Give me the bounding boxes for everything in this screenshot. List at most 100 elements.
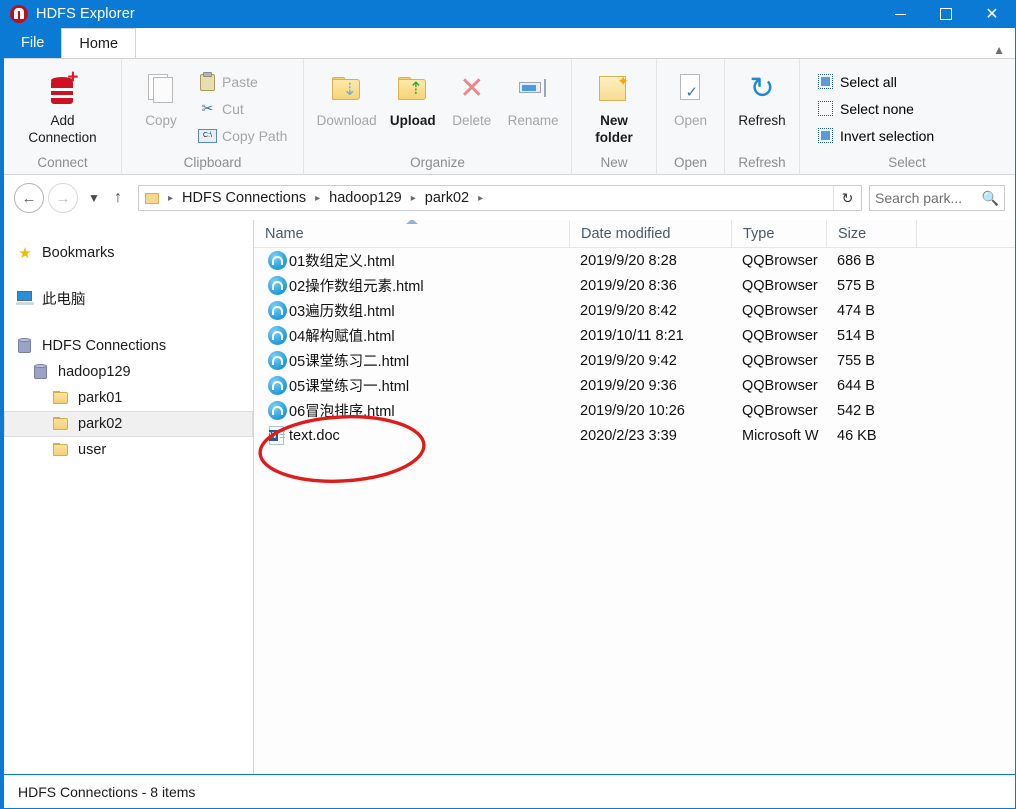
- add-connection-label-1: Add: [50, 113, 75, 128]
- file-type: QQBrowser: [742, 377, 818, 394]
- column-header-type[interactable]: Type: [731, 220, 826, 248]
- ribbon: + Add Connection Connect Copy Paste ✂ Cu…: [4, 58, 1015, 175]
- file-type: QQBrowser: [742, 352, 818, 369]
- qq-browser-icon: [265, 251, 289, 270]
- rename-button[interactable]: Rename: [501, 65, 565, 128]
- column-header-size[interactable]: Size: [826, 220, 916, 248]
- table-row[interactable]: 01数组定义.html 2019/9/20 8:28 QQBrowser 686…: [254, 248, 1015, 273]
- table-row[interactable]: W text.doc 2020/2/23 3:39 Microsoft W 46…: [254, 423, 1015, 448]
- file-type: QQBrowser: [742, 277, 818, 294]
- sidebar-item-bookmarks[interactable]: ★ Bookmarks: [4, 240, 253, 266]
- select-none-button[interactable]: Select none: [812, 95, 938, 122]
- maximize-button[interactable]: [923, 0, 969, 28]
- refresh-button[interactable]: ↻ Refresh: [731, 65, 793, 129]
- new-folder-label-1: New: [600, 113, 628, 128]
- file-type: QQBrowser: [742, 252, 818, 269]
- add-connection-button[interactable]: + Add Connection: [10, 65, 115, 145]
- table-row[interactable]: 03遍历数组.html 2019/9/20 8:42 QQBrowser 474…: [254, 298, 1015, 323]
- database-add-icon: +: [48, 67, 79, 111]
- invert-selection-button[interactable]: Invert selection: [812, 122, 938, 149]
- file-size: 755 B: [837, 352, 875, 369]
- table-row[interactable]: 05课堂练习一.html 2019/9/20 9:36 QQBrowser 64…: [254, 373, 1015, 398]
- breadcrumb-item-1[interactable]: hadoop129: [325, 190, 406, 206]
- arrow-right-icon: →: [55, 189, 71, 207]
- copy-label: Copy: [145, 113, 177, 128]
- qq-browser-icon: [265, 376, 289, 395]
- paste-label: Paste: [222, 73, 258, 90]
- close-icon: ✕: [985, 4, 999, 23]
- select-all-button[interactable]: Select all: [812, 68, 938, 95]
- status-text: HDFS Connections - 8 items: [18, 783, 196, 800]
- table-row[interactable]: 02操作数组元素.html 2019/9/20 8:36 QQBrowser 5…: [254, 273, 1015, 298]
- copy-path-button[interactable]: C:\ Copy Path: [194, 122, 291, 149]
- sidebar-item-park02[interactable]: park02: [4, 411, 253, 437]
- table-row[interactable]: 04解构赋值.html 2019/10/11 8:21 QQBrowser 51…: [254, 323, 1015, 348]
- breadcrumb[interactable]: ▸ HDFS Connections ▸ hadoop129 ▸ park02 …: [138, 185, 862, 211]
- upload-button[interactable]: ⇡ Upload: [383, 65, 442, 128]
- folder-icon: [50, 443, 72, 457]
- back-button[interactable]: ←: [14, 183, 44, 213]
- folder-download-icon: ⇣: [331, 67, 362, 111]
- cut-button[interactable]: ✂ Cut: [194, 95, 291, 122]
- invert-selection-icon: [816, 126, 835, 145]
- breadcrumb-item-0[interactable]: HDFS Connections: [178, 190, 310, 206]
- file-date: 2019/9/20 10:26: [580, 402, 685, 419]
- arrow-left-icon: ←: [21, 189, 37, 207]
- navigation-pane: ★ Bookmarks 此电脑 HDFS Connections hadoop1…: [4, 220, 254, 774]
- tab-home[interactable]: Home: [61, 28, 137, 58]
- file-name: 03遍历数组.html: [289, 304, 395, 320]
- copy-button[interactable]: Copy: [128, 65, 194, 128]
- file-size: 514 B: [837, 327, 875, 344]
- breadcrumb-item-2[interactable]: park02: [421, 190, 473, 206]
- new-folder-button[interactable]: ✦ New folder: [583, 65, 645, 145]
- ribbon-group-label-connect: Connect: [37, 155, 88, 170]
- ribbon-group-label-open: Open: [673, 155, 708, 170]
- ribbon-group-label-organize: Organize: [410, 155, 465, 170]
- select-none-icon: [816, 99, 835, 118]
- sidebar-item-this-pc[interactable]: 此电脑: [4, 285, 253, 311]
- ribbon-group-label-refresh: Refresh: [738, 155, 786, 170]
- rename-field-icon: [518, 67, 548, 111]
- sidebar-item-hadoop129[interactable]: hadoop129: [4, 359, 253, 385]
- sidebar-item-user[interactable]: user: [4, 437, 253, 463]
- ribbon-group-refresh: ↻ Refresh Refresh: [724, 59, 799, 175]
- column-header-filler[interactable]: [916, 220, 1015, 248]
- delete-label: Delete: [452, 113, 492, 128]
- magnifier-icon[interactable]: 🔍: [982, 190, 999, 207]
- tab-file[interactable]: File: [4, 28, 62, 58]
- column-header-date-modified[interactable]: Date modified: [569, 220, 731, 248]
- hdfs-explorer-window: HDFS Explorer ✕ File Home ▲ + Add Connec…: [0, 0, 1016, 809]
- search-box[interactable]: Search park... 🔍: [869, 185, 1005, 211]
- qq-browser-icon: [265, 401, 289, 420]
- open-button[interactable]: ✓ Open: [663, 65, 718, 128]
- qq-browser-icon: [265, 301, 289, 320]
- refresh-icon: ↻: [841, 189, 854, 206]
- delete-button[interactable]: ✕ Delete: [442, 65, 501, 129]
- download-button[interactable]: ⇣ Download: [310, 65, 383, 128]
- ribbon-group-open: ✓ Open Open: [656, 59, 724, 175]
- close-button[interactable]: ✕: [969, 0, 1015, 28]
- column-header-name[interactable]: Name: [254, 220, 569, 248]
- recent-locations-button[interactable]: ▼: [82, 184, 106, 212]
- ribbon-group-connect: + Add Connection Connect: [4, 59, 121, 175]
- file-name: text.doc: [289, 427, 340, 444]
- folder-icon: [145, 192, 160, 205]
- qq-browser-icon: [265, 276, 289, 295]
- sidebar-item-hdfs-connections[interactable]: HDFS Connections: [4, 333, 253, 359]
- forward-button[interactable]: →: [48, 183, 78, 213]
- table-row[interactable]: 06冒泡排序.html 2019/9/20 10:26 QQBrowser 54…: [254, 398, 1015, 423]
- file-name: 04解构赋值.html: [289, 329, 395, 345]
- table-row[interactable]: 05课堂练习二.html 2019/9/20 9:42 QQBrowser 75…: [254, 348, 1015, 373]
- folder-icon: [50, 417, 72, 431]
- column-header-name-label: Name: [265, 225, 304, 242]
- command-prompt-icon: C:\: [198, 126, 217, 145]
- address-refresh-button[interactable]: ↻: [833, 186, 861, 210]
- paste-button[interactable]: Paste: [194, 68, 291, 95]
- file-date: 2019/9/20 8:42: [580, 302, 677, 319]
- ribbon-tabstrip: File Home ▲: [4, 28, 1015, 58]
- up-button[interactable]: ↑: [106, 184, 130, 212]
- chevron-up-icon[interactable]: ▲: [993, 44, 1005, 56]
- sidebar-item-park01[interactable]: park01: [4, 385, 253, 411]
- minimize-button[interactable]: [877, 0, 923, 28]
- folder-upload-icon: ⇡: [397, 67, 428, 111]
